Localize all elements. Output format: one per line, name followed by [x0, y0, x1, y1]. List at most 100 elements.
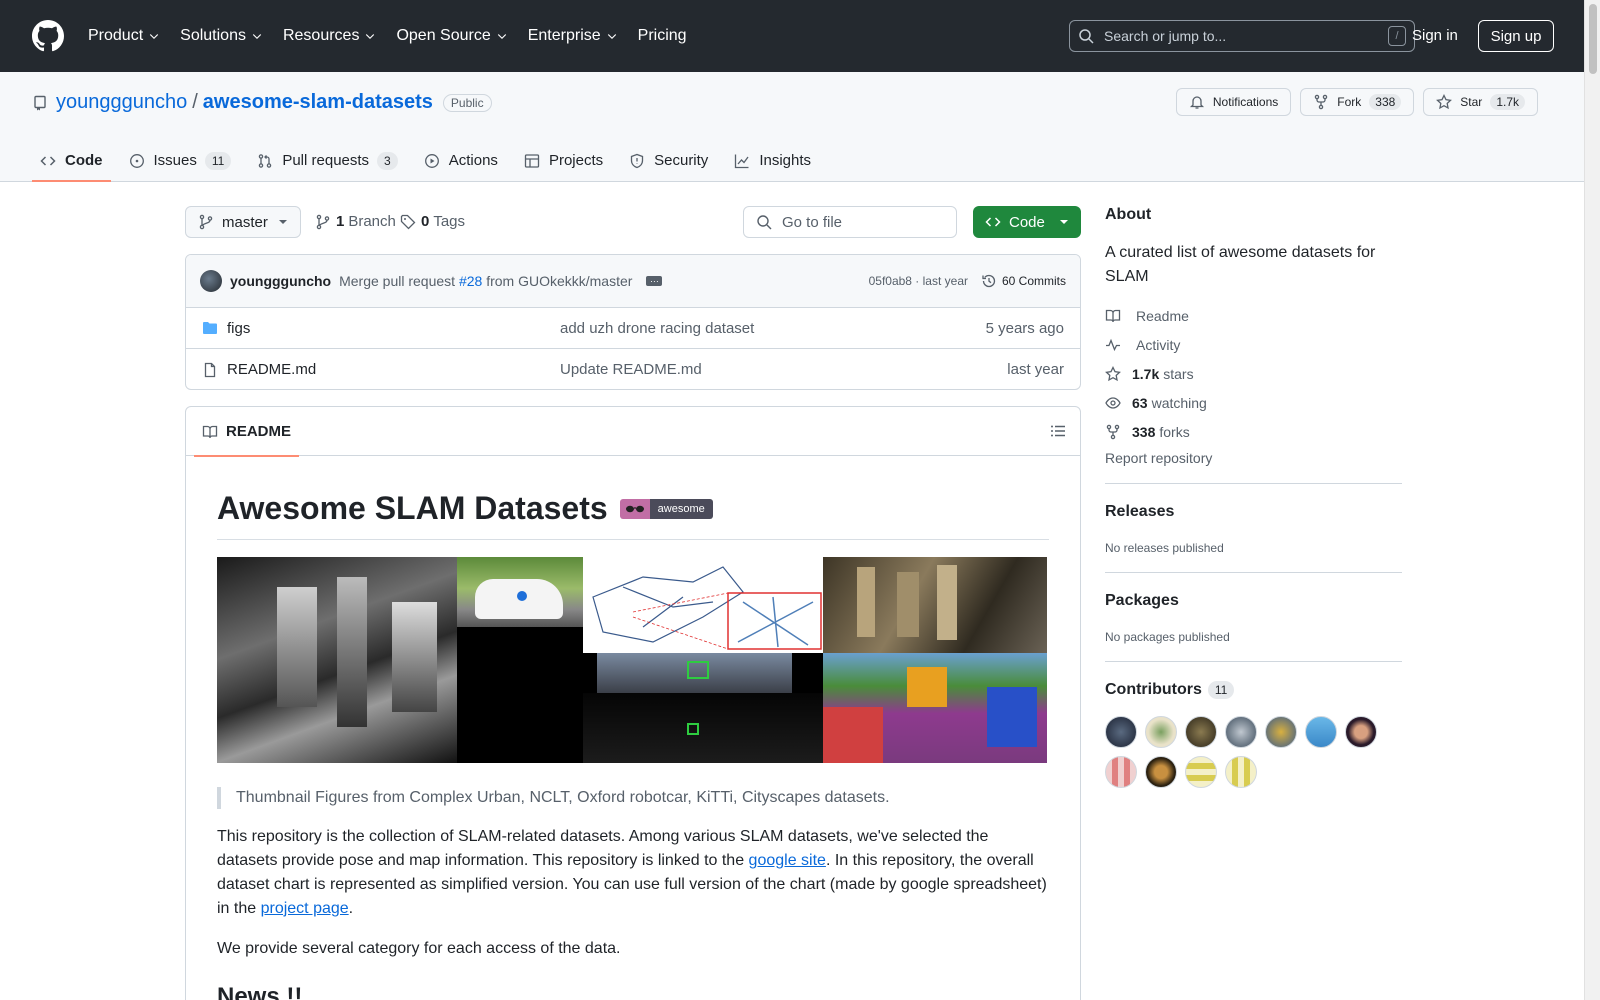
nav-product[interactable]: Product — [88, 27, 160, 45]
go-to-file-input[interactable] — [782, 213, 932, 231]
avatar[interactable] — [1225, 716, 1257, 748]
sign-in-link[interactable]: Sign in — [1412, 27, 1458, 44]
stars-link[interactable]: 1.7k stars — [1105, 359, 1402, 388]
github-logo-icon[interactable] — [32, 20, 64, 52]
global-search[interactable]: / — [1069, 20, 1415, 52]
tab-insights[interactable]: Insights — [726, 139, 819, 182]
avatar[interactable] — [200, 270, 222, 292]
commits-history-link[interactable]: 60 Commits — [981, 273, 1066, 289]
avatar[interactable] — [1145, 716, 1177, 748]
fork-count: 338 — [1369, 94, 1402, 110]
code-icon — [40, 155, 56, 166]
folder-icon — [203, 322, 217, 334]
commit-pr-link[interactable]: #28 — [459, 273, 482, 289]
file-name-link[interactable]: figs — [227, 320, 250, 337]
avatar[interactable] — [1105, 716, 1137, 748]
sunglasses-icon — [619, 498, 650, 519]
readme-link[interactable]: Readme — [1105, 301, 1402, 330]
nav-solutions[interactable]: Solutions — [180, 27, 263, 45]
tab-projects[interactable]: Projects — [516, 139, 611, 182]
issues-count: 11 — [204, 151, 232, 170]
watching-link[interactable]: 63 watching — [1105, 388, 1402, 417]
tab-security[interactable]: Security — [621, 139, 716, 182]
sign-up-button[interactable]: Sign up — [1478, 20, 1554, 52]
repo-header: younggguncho / awesome-slam-datasets Pub… — [0, 72, 1584, 182]
readme-tab[interactable]: README — [194, 407, 300, 457]
divider — [1105, 572, 1402, 573]
branch-count: 1 — [336, 213, 345, 230]
notifications-label: Notifications — [1212, 95, 1279, 109]
avatar[interactable] — [1105, 756, 1137, 788]
chevron-down-icon — [149, 34, 159, 40]
repo-actions: Notifications Fork 338 Star 1.7k — [1167, 88, 1538, 116]
project-page-link[interactable]: project page — [261, 900, 349, 917]
tab-code[interactable]: Code — [32, 139, 111, 182]
commit-author-link[interactable]: younggguncho — [230, 273, 331, 289]
branch-select-button[interactable]: master — [185, 206, 301, 238]
tab-actions-label: Actions — [448, 152, 498, 169]
avatar[interactable] — [1345, 716, 1377, 748]
notifications-button[interactable]: Notifications — [1175, 88, 1292, 116]
avatar[interactable] — [1185, 756, 1217, 788]
search-icon — [757, 215, 772, 230]
fork-button[interactable]: Fork 338 — [1300, 88, 1415, 116]
nav-pricing[interactable]: Pricing — [638, 27, 687, 45]
tab-issues[interactable]: Issues 11 — [121, 139, 240, 182]
scrollbar-thumb[interactable] — [1589, 4, 1597, 74]
repo-icon — [34, 95, 46, 110]
tags-link[interactable]: 0 Tags — [400, 213, 465, 230]
awesome-badge[interactable]: awesome — [619, 498, 713, 519]
contributors-heading[interactable]: Contributors 11 — [1105, 681, 1402, 699]
file-name-link[interactable]: README.md — [227, 361, 316, 378]
repo-separator: / — [192, 91, 198, 113]
avatar[interactable] — [1185, 716, 1217, 748]
expand-commit-message-button[interactable]: ··· — [646, 276, 663, 286]
file-commit-age: last year — [1007, 361, 1064, 378]
report-repository-link[interactable]: Report repository — [1105, 450, 1402, 466]
list-unordered-icon[interactable] — [1050, 423, 1066, 439]
table-icon — [524, 153, 540, 168]
packages-empty-text: No packages published — [1105, 630, 1230, 644]
page-scrollbar[interactable] — [1584, 0, 1600, 1000]
commit-hash-time[interactable]: 05f0ab8 · last year — [869, 274, 968, 288]
file-row[interactable]: figs add uzh drone racing dataset 5 year… — [186, 308, 1080, 349]
avatar[interactable] — [1145, 756, 1177, 788]
readme-link-label: Readme — [1136, 307, 1189, 324]
file-commit-message[interactable]: add uzh drone racing dataset — [560, 320, 754, 337]
nav-resources[interactable]: Resources — [283, 27, 376, 45]
google-site-link[interactable]: google site — [749, 852, 826, 869]
search-input[interactable] — [1104, 28, 1388, 44]
readme-p1-text-c: . — [348, 900, 354, 917]
tab-pull-requests[interactable]: Pull requests 3 — [249, 139, 405, 182]
tab-security-label: Security — [654, 152, 709, 169]
go-to-file[interactable] — [743, 206, 957, 238]
commits-count-label: 60 Commits — [1001, 274, 1066, 288]
avatar[interactable] — [1305, 716, 1337, 748]
chevron-down-icon — [366, 34, 375, 40]
avatar[interactable] — [1265, 716, 1297, 748]
star-button[interactable]: Star 1.7k — [1423, 88, 1538, 116]
nav-open-source[interactable]: Open Source — [396, 27, 507, 45]
file-commit-message[interactable]: Update README.md — [560, 361, 702, 378]
divider — [1105, 483, 1402, 484]
repo-tabs: Code Issues 11 Pull requests 3 Actions P… — [32, 139, 829, 182]
file-row[interactable]: README.md Update README.md last year — [186, 349, 1080, 389]
global-header: Product Solutions Resources Open Source … — [0, 0, 1584, 72]
branches-link[interactable]: 1 Branch — [315, 213, 396, 230]
releases-heading[interactable]: Releases — [1105, 503, 1402, 521]
nav-enterprise[interactable]: Enterprise — [528, 27, 618, 45]
activity-link[interactable]: Activity — [1105, 330, 1402, 359]
search-shortcut-key: / — [1388, 26, 1406, 46]
nav-pricing-label: Pricing — [637, 27, 687, 44]
repo-owner-link[interactable]: younggguncho — [56, 91, 187, 114]
forks-link[interactable]: 338 forks — [1105, 417, 1402, 446]
tab-actions[interactable]: Actions — [416, 139, 506, 182]
packages-heading[interactable]: Packages — [1105, 592, 1402, 610]
file-icon — [204, 362, 216, 377]
avatar[interactable] — [1225, 756, 1257, 788]
readme-heading-news: News !! — [217, 983, 303, 1000]
code-dropdown-button[interactable]: Code — [973, 206, 1081, 238]
repo-name-link[interactable]: awesome-slam-datasets — [203, 91, 433, 114]
file-listing: younggguncho Merge pull request #28 from… — [185, 254, 1081, 390]
readme-tabbar: README — [186, 407, 1080, 457]
